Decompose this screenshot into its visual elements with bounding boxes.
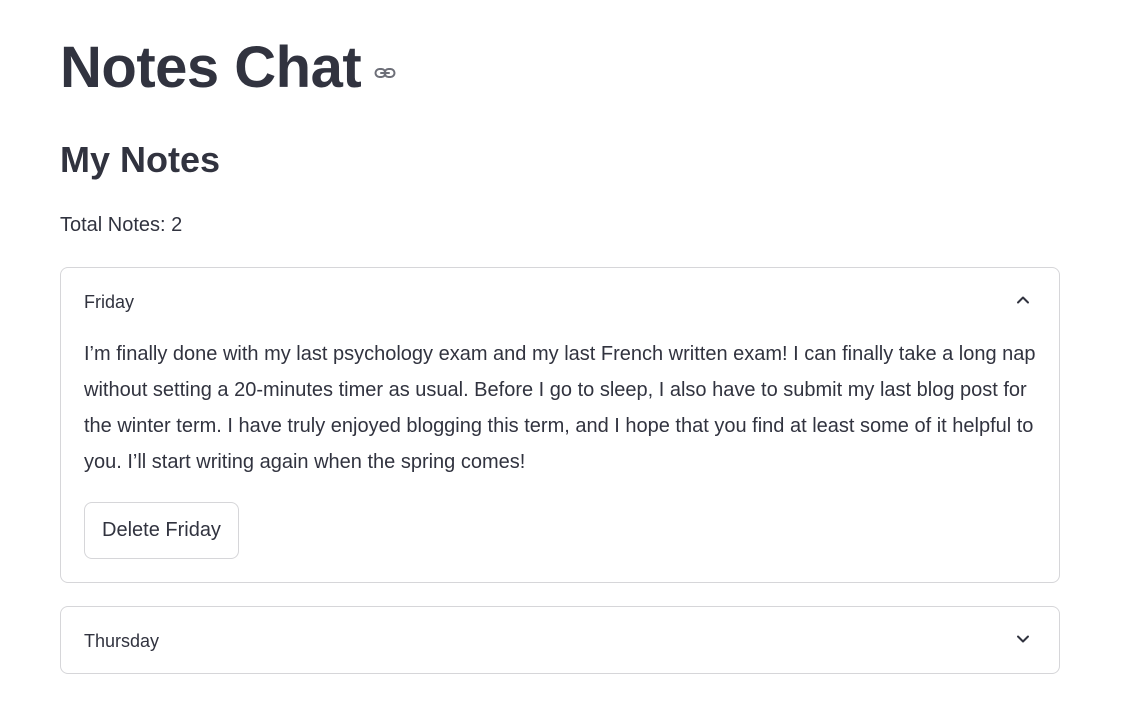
total-notes-count: Total Notes: 2 <box>60 214 183 236</box>
chevron-down-icon[interactable] <box>1013 629 1033 649</box>
page-title-text: Notes Chat <box>60 35 362 100</box>
note-expander-header-thursday[interactable]: Thursday <box>61 607 1059 673</box>
delete-friday-button[interactable]: Delete Friday <box>84 502 239 559</box>
note-title-thursday: Thursday <box>84 631 160 651</box>
note-expander-friday: Friday I’m finally done with my last psy… <box>60 267 1060 583</box>
link-icon[interactable] <box>373 61 397 85</box>
note-expander-header-friday[interactable]: Friday <box>61 268 1059 334</box>
note-title-friday: Friday <box>84 292 135 312</box>
my-notes-heading: My Notes <box>60 139 221 180</box>
chevron-up-icon[interactable] <box>1013 290 1033 310</box>
note-expander-thursday: Thursday <box>60 606 1060 674</box>
note-body-friday: I’m finally done with my last psychology… <box>84 343 1036 473</box>
page-title: Notes Chat <box>60 30 397 106</box>
main-container: Notes Chat My Notes Total Notes: 2 Frida… <box>0 0 1148 701</box>
